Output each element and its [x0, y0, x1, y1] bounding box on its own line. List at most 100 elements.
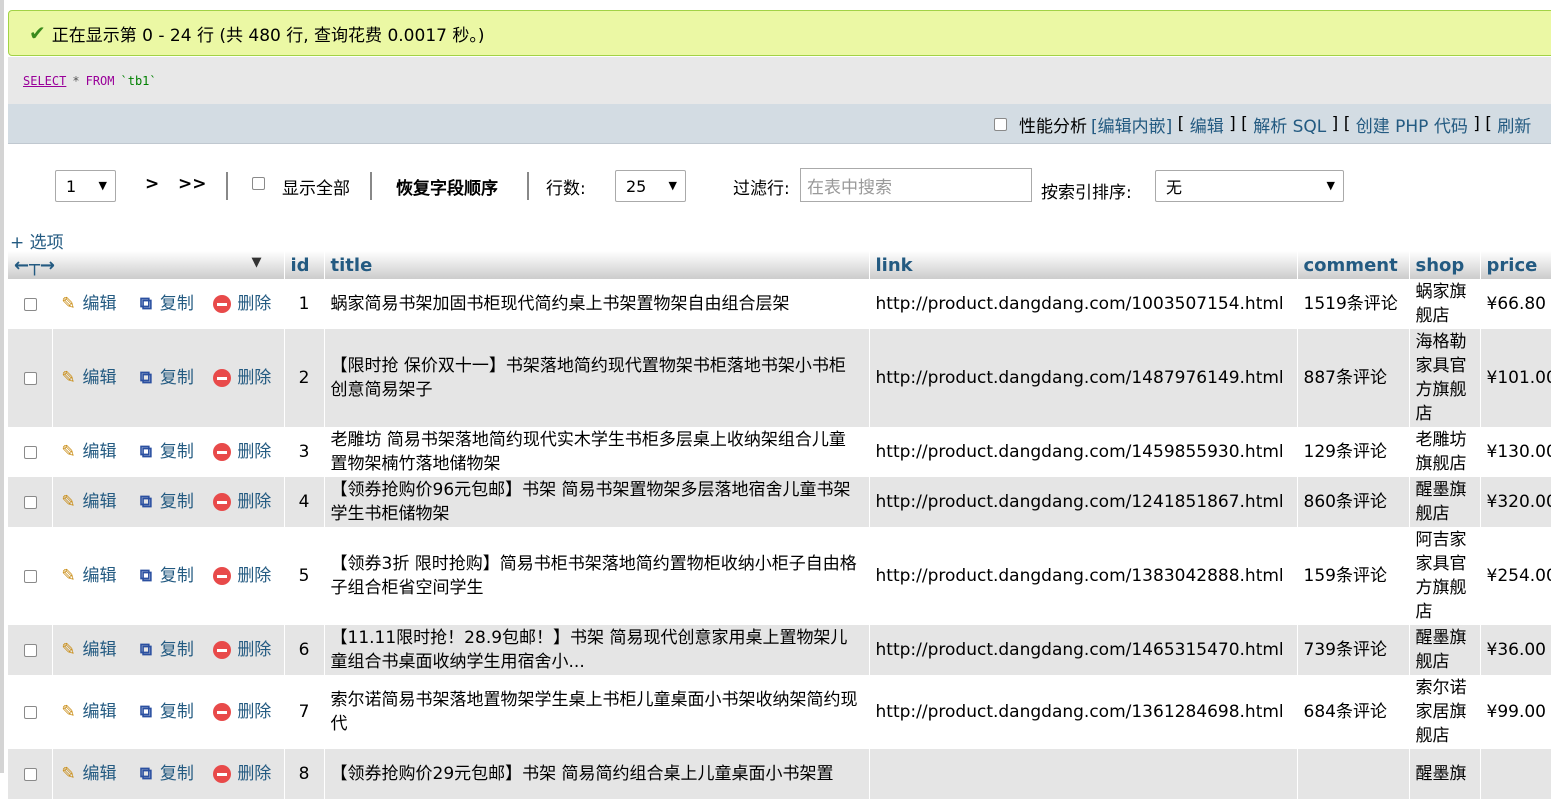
- cell-shop: 索尔诺家居旗舰店: [1409, 675, 1481, 749]
- row-checkbox[interactable]: [24, 705, 37, 719]
- cell-comment: [1297, 749, 1410, 799]
- next-page-button[interactable]: >: [145, 174, 159, 194]
- copy-icon: ⧉: [139, 368, 152, 388]
- row-actions: ✎ 编辑 ⧉ 复制 删除: [52, 329, 285, 427]
- pencil-icon: ✎: [61, 368, 76, 388]
- column-header-comment[interactable]: comment: [1297, 251, 1410, 279]
- copy-row-link[interactable]: 复制: [160, 368, 194, 388]
- cell-id: 7: [284, 675, 325, 749]
- cell-title: 【领券抢购价29元包邮】书架 简易简约组合桌上儿童桌面小书架置: [324, 749, 870, 799]
- sql-select-keyword[interactable]: SELECT: [23, 74, 66, 88]
- copy-row-link[interactable]: 复制: [160, 764, 194, 784]
- sort-by-index-select[interactable]: 无 ▼: [1155, 170, 1344, 202]
- restore-column-order-button[interactable]: 恢复字段顺序: [396, 174, 498, 199]
- options-link[interactable]: + 选项: [10, 228, 64, 253]
- delete-icon: [213, 443, 232, 461]
- delete-row-link[interactable]: 删除: [237, 640, 271, 660]
- copy-row-link[interactable]: 复制: [160, 492, 194, 512]
- divider: [527, 172, 529, 200]
- divider: [226, 172, 228, 200]
- cell-comment: 739条评论: [1297, 625, 1410, 675]
- cell-link: http://product.dangdang.com/1459855930.h…: [869, 427, 1298, 477]
- delete-row-link[interactable]: 删除: [237, 702, 271, 722]
- cell-title: 【领券抢购价96元包邮】书架 简易书架置物架多层落地宿舍儿童书架学生书柜储物架: [324, 477, 870, 527]
- filter-rows-input[interactable]: 在表中搜索: [800, 168, 1032, 202]
- table-row: ✎ 编辑 ⧉ 复制 删除 7 索尔诺简易书架落地置物架学生桌上书柜儿童桌面小书架收纳…: [8, 675, 1551, 749]
- column-header-price[interactable]: price: [1480, 251, 1551, 279]
- row-checkbox[interactable]: [24, 495, 37, 509]
- cell-title: 老雕坊 简易书架落地简约现代实木学生书柜多层桌上收纳架组合儿童置物架楠竹落地储物…: [324, 427, 870, 477]
- last-page-button[interactable]: >>: [178, 174, 207, 194]
- row-checkbox[interactable]: [24, 445, 37, 459]
- row-actions: ✎ 编辑 ⧉ 复制 删除: [52, 527, 285, 625]
- sort-dropdown-icon[interactable]: ▼: [252, 255, 262, 270]
- edit-row-link[interactable]: 编辑: [83, 640, 117, 660]
- edit-row-link[interactable]: 编辑: [83, 492, 117, 512]
- column-header-title[interactable]: title: [324, 251, 870, 279]
- row-checkbox[interactable]: [24, 297, 37, 311]
- table-row: ✎ 编辑 ⧉ 复制 删除 2 【限时抢 保价双十一】书架落地简约现代置物架书柜落地书…: [8, 329, 1551, 427]
- cell-shop: 阿吉家家具官方旗舰店: [1409, 527, 1481, 625]
- delete-row-link[interactable]: 删除: [237, 492, 271, 512]
- delete-row-link[interactable]: 删除: [237, 764, 271, 784]
- divider: [370, 172, 372, 200]
- page-select[interactable]: 1 ▼: [55, 170, 116, 202]
- delete-row-link[interactable]: 删除: [237, 566, 271, 586]
- cell-comment: 1519条评论: [1297, 279, 1410, 329]
- cell-price: ¥320.00: [1480, 477, 1551, 527]
- explain-sql-link[interactable]: 解析 SQL: [1253, 112, 1326, 137]
- delete-row-link[interactable]: 删除: [237, 442, 271, 462]
- show-all-checkbox[interactable]: [252, 177, 265, 190]
- row-checkbox[interactable]: [24, 643, 37, 657]
- profiling-checkbox[interactable]: [994, 117, 1007, 131]
- cell-title: 【领券3折 限时抢购】简易书柜书架落地简约置物柜收纳小柜子自由格子组合柜省空间学…: [324, 527, 870, 625]
- column-header-shop[interactable]: shop: [1409, 251, 1481, 279]
- copy-row-link[interactable]: 复制: [160, 566, 194, 586]
- column-header-link[interactable]: link: [869, 251, 1298, 279]
- create-php-code-link[interactable]: 创建 PHP 代码: [1356, 112, 1468, 137]
- delete-icon: [213, 567, 232, 585]
- refresh-link[interactable]: 刷新: [1497, 112, 1531, 137]
- cell-price: ¥130.00: [1480, 427, 1551, 477]
- edit-row-link[interactable]: 编辑: [83, 368, 117, 388]
- cell-price: ¥101.00: [1480, 329, 1551, 427]
- row-checkbox[interactable]: [24, 569, 37, 583]
- cell-shop: 醒墨旗舰店: [1409, 477, 1481, 527]
- filter-rows-label: 过滤行:: [733, 179, 790, 199]
- query-tools-bar: 性能分析 [编辑内嵌] [ 编辑 ] [ 解析 SQL ] [ 创建 PHP 代…: [8, 104, 1551, 144]
- column-width-arrows-icon[interactable]: ←┬→: [14, 255, 55, 276]
- edit-row-link[interactable]: 编辑: [83, 702, 117, 722]
- copy-row-link[interactable]: 复制: [160, 640, 194, 660]
- delete-icon: [213, 765, 232, 783]
- copy-icon: ⧉: [139, 640, 152, 660]
- delete-icon: [213, 641, 232, 659]
- row-actions: ✎ 编辑 ⧉ 复制 删除: [52, 427, 285, 477]
- cell-title: 【11.11限时抢！28.9包邮！】书架 简易现代创意家用桌上置物架儿童组合书桌…: [324, 625, 870, 675]
- cell-id: 2: [284, 329, 325, 427]
- edit-row-link[interactable]: 编辑: [83, 764, 117, 784]
- cell-link: [869, 749, 1298, 799]
- cell-comment: 860条评论: [1297, 477, 1410, 527]
- rows-per-page-select[interactable]: 25 ▼: [615, 170, 686, 202]
- delete-row-link[interactable]: 删除: [237, 294, 271, 314]
- column-header-id[interactable]: id: [284, 251, 325, 279]
- copy-row-link[interactable]: 复制: [160, 702, 194, 722]
- pencil-icon: ✎: [61, 294, 76, 314]
- cell-id: 8: [284, 749, 325, 799]
- edit-row-link[interactable]: 编辑: [83, 566, 117, 586]
- edit-inline-link[interactable]: [编辑内嵌]: [1091, 112, 1172, 137]
- pencil-icon: ✎: [61, 442, 76, 462]
- edit-row-link[interactable]: 编辑: [83, 442, 117, 462]
- pencil-icon: ✎: [61, 702, 76, 722]
- edit-link[interactable]: 编辑: [1190, 112, 1224, 137]
- copy-row-link[interactable]: 复制: [160, 294, 194, 314]
- edit-row-link[interactable]: 编辑: [83, 294, 117, 314]
- cell-shop: 海格勒家具官方旗舰店: [1409, 329, 1481, 427]
- delete-icon: [213, 703, 232, 721]
- row-checkbox[interactable]: [24, 371, 37, 385]
- table-row: ✎ 编辑 ⧉ 复制 删除 3 老雕坊 简易书架落地简约现代实木学生书柜多层桌上收纳架…: [8, 427, 1551, 477]
- delete-row-link[interactable]: 删除: [237, 368, 271, 388]
- copy-row-link[interactable]: 复制: [160, 442, 194, 462]
- cell-shop: 蜗家旗舰店: [1409, 279, 1481, 329]
- row-checkbox[interactable]: [24, 767, 37, 781]
